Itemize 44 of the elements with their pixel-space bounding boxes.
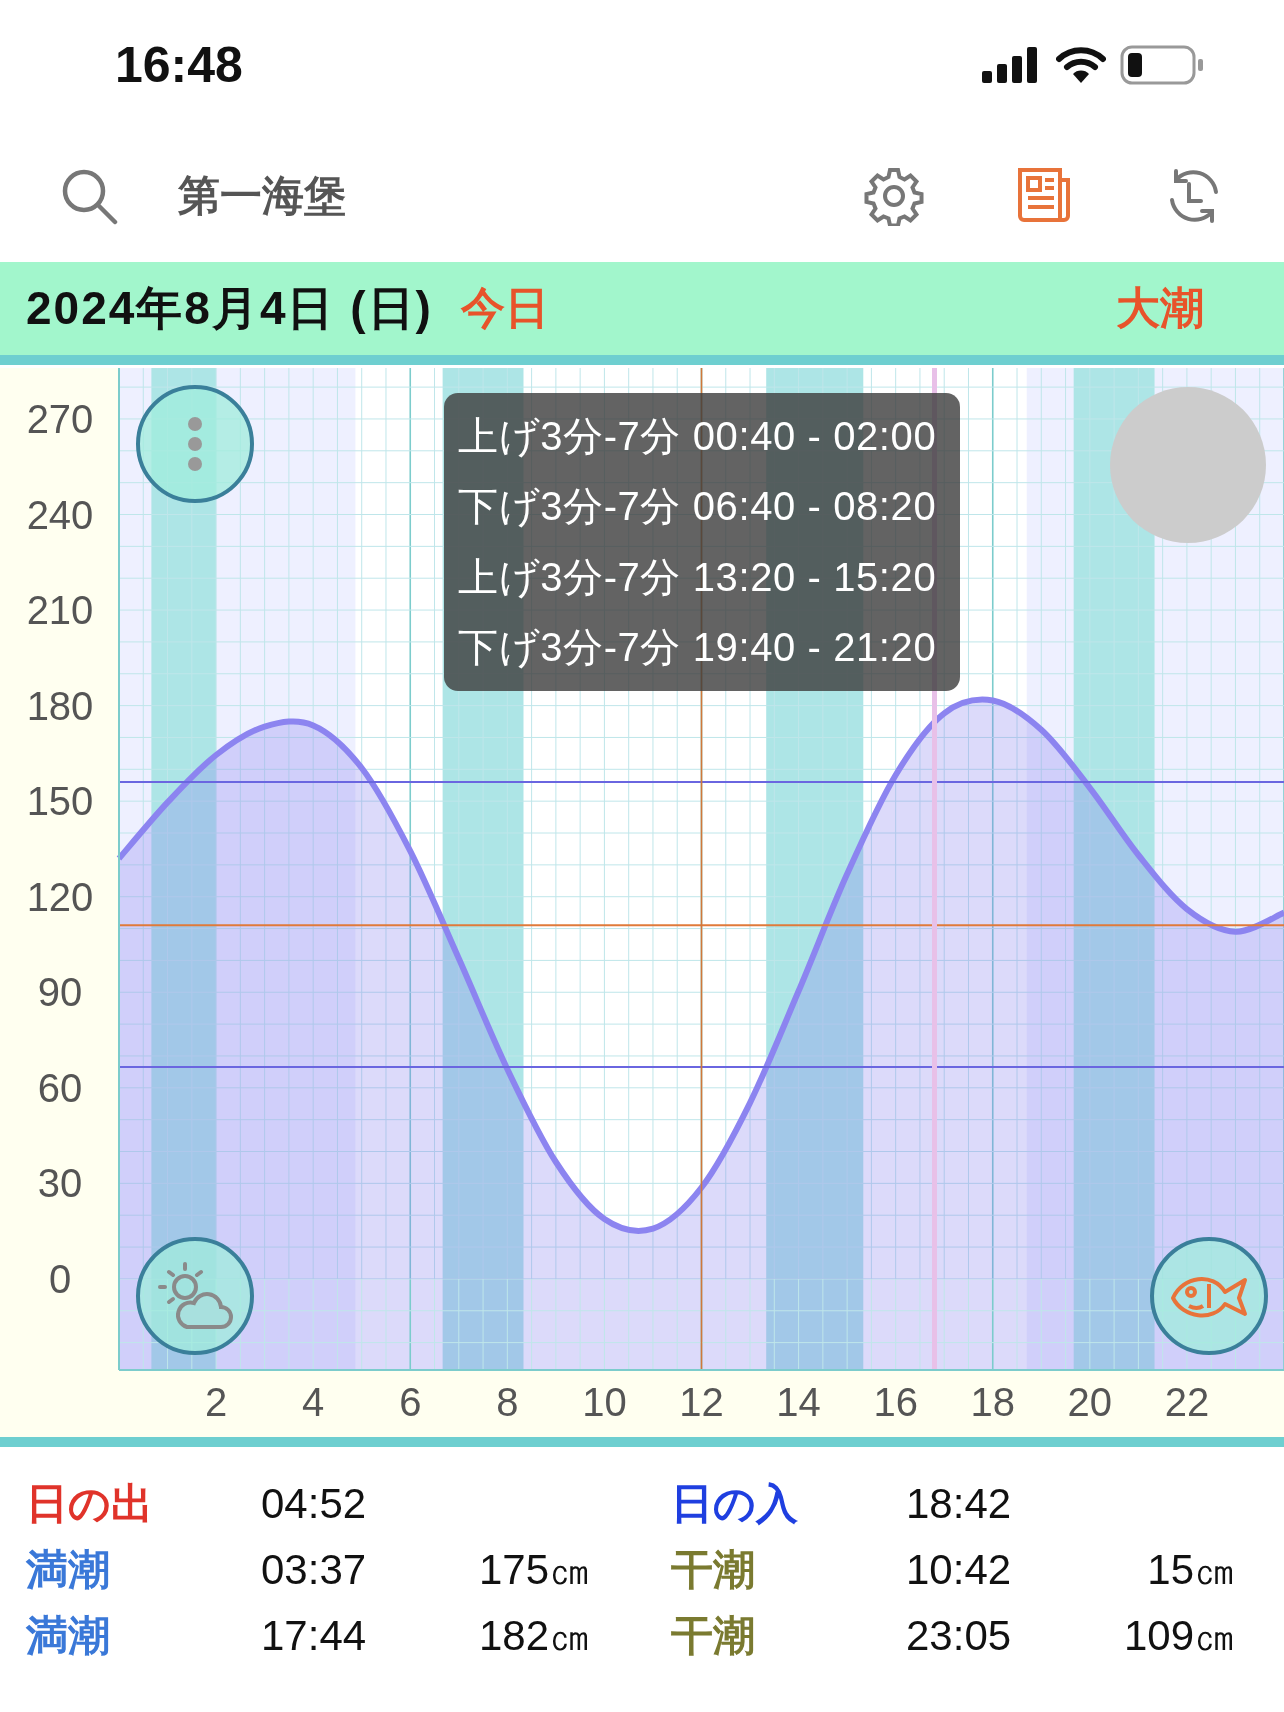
tide-height: 175㎝ bbox=[477, 1545, 591, 1595]
x-axis-label: 10 bbox=[582, 1380, 627, 1424]
y-axis-label: 150 bbox=[26, 779, 94, 824]
event-label: 日の出 bbox=[26, 1479, 154, 1529]
event-time: 04:52 bbox=[261, 1480, 368, 1528]
y-axis-label: 120 bbox=[26, 874, 94, 919]
date-label: 2024年8月4日 (日) bbox=[26, 280, 433, 336]
event-label: 干潮 bbox=[671, 1611, 756, 1661]
event-time: 17:44 bbox=[261, 1612, 368, 1660]
x-axis-label: 22 bbox=[1164, 1380, 1210, 1424]
event-label: 満潮 bbox=[26, 1611, 111, 1661]
x-axis-label: 18 bbox=[970, 1380, 1015, 1424]
tooltip-text: 下げ3分-7分 06:40 - 08:20 bbox=[458, 483, 938, 531]
tooltip-text: 上げ3分-7分 13:20 - 15:20 bbox=[458, 553, 938, 601]
y-axis-label: 270 bbox=[26, 396, 94, 441]
x-axis-label: 12 bbox=[679, 1380, 724, 1424]
x-axis-label: 8 bbox=[496, 1380, 519, 1424]
event-label: 満潮 bbox=[26, 1545, 111, 1595]
x-axis-label: 16 bbox=[873, 1380, 918, 1424]
y-axis-label: 0 bbox=[48, 1256, 72, 1301]
tide-height: 15㎝ bbox=[1146, 1545, 1236, 1595]
tide-type-label: 大潮 bbox=[1116, 282, 1204, 334]
x-axis-label: 2 bbox=[204, 1380, 228, 1424]
event-label: 日の入 bbox=[671, 1479, 799, 1529]
tide-height: 109㎝ bbox=[1122, 1611, 1236, 1661]
tooltip-text: 上げ3分-7分 00:40 - 02:00 bbox=[458, 412, 938, 460]
event-label: 干潮 bbox=[671, 1545, 756, 1595]
x-axis-label: 20 bbox=[1067, 1380, 1113, 1424]
tooltip-text: 下げ3分-7分 19:40 - 21:20 bbox=[458, 624, 938, 672]
event-time: 03:37 bbox=[261, 1546, 368, 1594]
x-axis-label: 6 bbox=[399, 1380, 422, 1424]
y-axis-label: 180 bbox=[26, 683, 94, 728]
y-axis-label: 60 bbox=[37, 1065, 83, 1110]
y-axis-label: 30 bbox=[37, 1161, 83, 1206]
y-axis-label: 240 bbox=[26, 492, 94, 537]
y-axis-label: 90 bbox=[37, 970, 83, 1015]
tide-height: 182㎝ bbox=[477, 1611, 591, 1661]
x-axis-label: 4 bbox=[302, 1380, 325, 1424]
status-time: 16:48 bbox=[115, 36, 243, 94]
y-axis-label: 210 bbox=[26, 588, 94, 633]
x-axis-label: 14 bbox=[776, 1380, 821, 1424]
event-time: 23:05 bbox=[906, 1612, 1013, 1660]
event-time: 10:42 bbox=[906, 1546, 1013, 1594]
event-time: 18:42 bbox=[906, 1480, 1013, 1528]
